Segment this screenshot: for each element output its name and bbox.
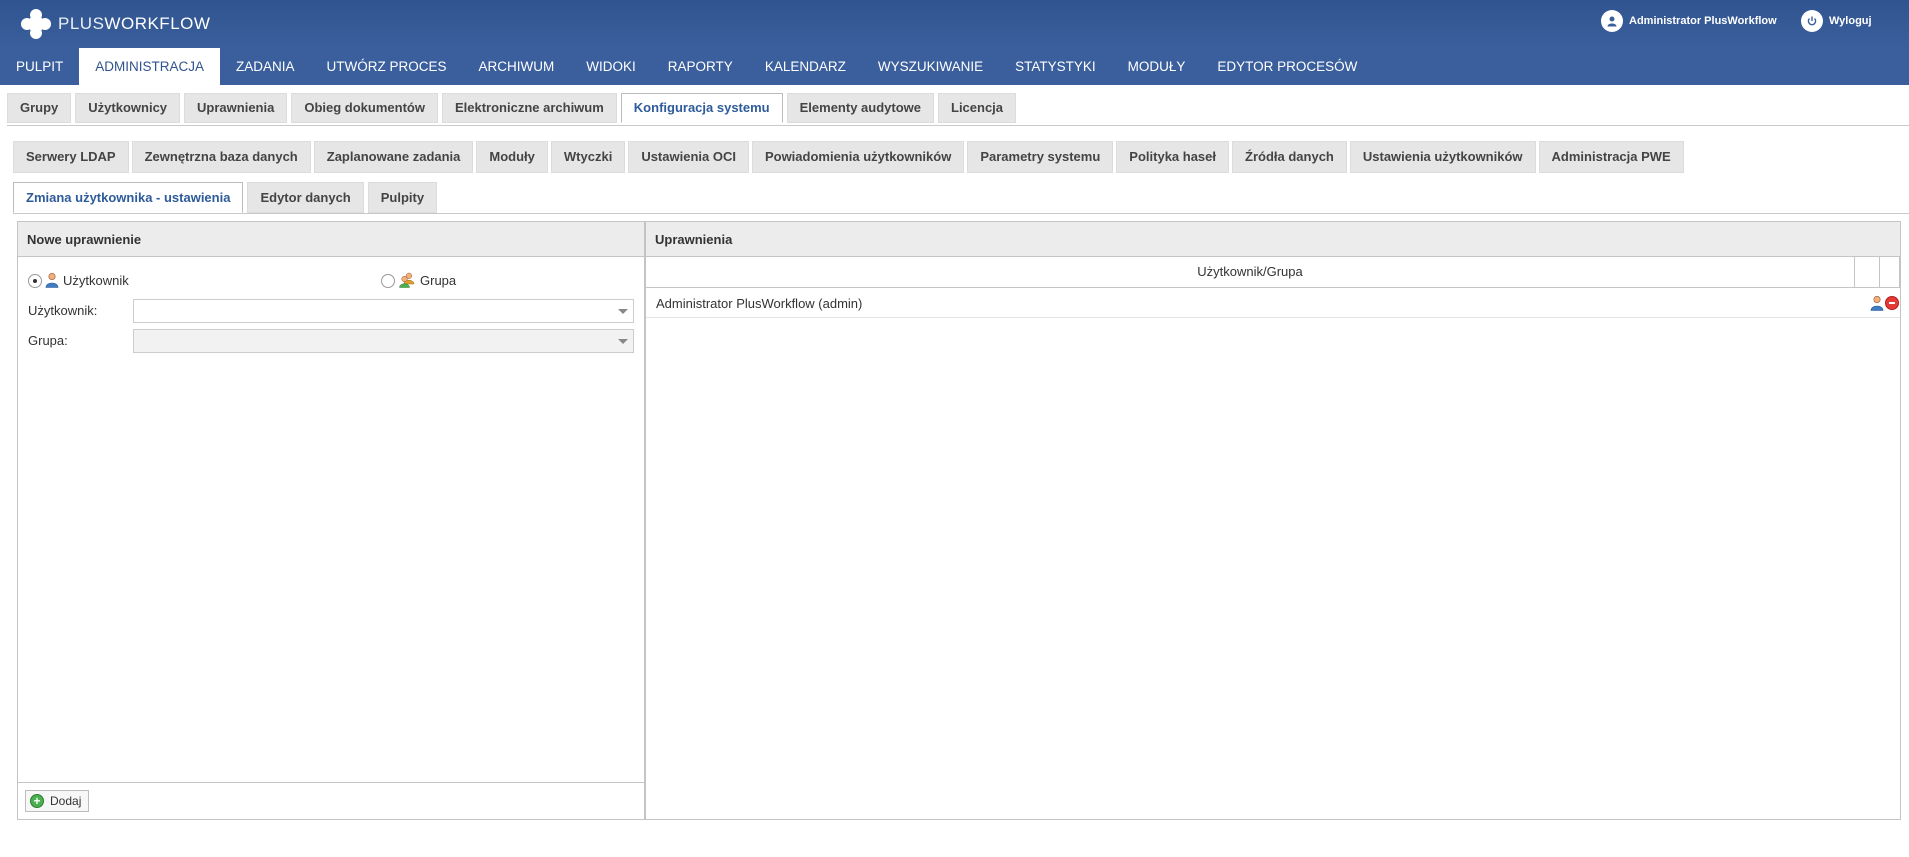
nav-item-edytor-procesow[interactable]: EDYTOR PROCESÓW (1201, 48, 1373, 85)
main-nav: PULPIT ADMINISTRACJA ZADANIA UTWÓRZ PROC… (0, 48, 1909, 85)
user-settings-tabs: Zmiana użytkownika - ustawienia Edytor d… (13, 182, 441, 213)
top-header: PLUSWORKFLOW Administrator PlusWorkflow … (0, 0, 1909, 48)
tab-uzytkownicy[interactable]: Użytkownicy (75, 93, 181, 123)
user-icon (1601, 10, 1623, 32)
tab-edytor-danych[interactable]: Edytor danych (247, 182, 364, 213)
user-radio[interactable] (28, 274, 42, 288)
tabs-divider (7, 125, 1909, 126)
nav-item-kalendarz[interactable]: KALENDARZ (749, 48, 862, 85)
tab-licencja[interactable]: Licencja (938, 93, 1017, 123)
permissions-panel: Uprawnienia Użytkownik/Grupa Administrat… (645, 221, 1901, 820)
tab-moduly[interactable]: Moduły (476, 141, 548, 173)
tab-wtyczki[interactable]: Wtyczki (550, 141, 626, 173)
app-logo[interactable]: PLUSWORKFLOW (18, 4, 210, 44)
nav-item-raporty[interactable]: RAPORTY (652, 48, 749, 85)
admin-tabs: Grupy Użytkownicy Uprawnienia Obieg doku… (7, 93, 1020, 123)
permissions-title: Uprawnienia (646, 222, 1900, 257)
user-group-cell: Administrator PlusWorkflow (admin) (656, 296, 863, 311)
permission-type-radios: Użytkownik Grupa (28, 272, 628, 292)
current-user[interactable]: Administrator PlusWorkflow (1601, 10, 1777, 32)
nav-item-pulpit[interactable]: PULPIT (0, 48, 79, 85)
user-field-row: Użytkownik: (28, 299, 634, 323)
tab-obieg-dokumentow[interactable]: Obieg dokumentów (291, 93, 438, 123)
user-radio-label: Użytkownik (63, 273, 129, 288)
tab-parametry-systemu[interactable]: Parametry systemu (967, 141, 1114, 173)
current-user-label: Administrator PlusWorkflow (1629, 15, 1777, 27)
new-permission-title: Nowe uprawnienie (18, 222, 644, 257)
nav-item-wyszukiwanie[interactable]: WYSZUKIWANIE (862, 48, 999, 85)
nav-item-archiwum[interactable]: ARCHIWUM (463, 48, 571, 85)
logo-text-plus: PLUS (58, 14, 105, 33)
tab-pulpity[interactable]: Pulpity (367, 182, 438, 213)
nav-item-moduly[interactable]: MODUŁY (1112, 48, 1202, 85)
row-actions (1867, 295, 1899, 311)
tab-powiadomienia-uzytkownikow[interactable]: Powiadomienia użytkowników (751, 141, 965, 173)
subtabs-divider (13, 213, 1909, 214)
nav-item-statystyki[interactable]: STATYSTYKI (999, 48, 1112, 85)
nav-item-zadania[interactable]: ZADANIA (220, 48, 311, 85)
logo-text-workflow: WORKFLOW (104, 14, 211, 33)
group-icon (399, 272, 415, 288)
logout-label: Wyloguj (1829, 15, 1872, 27)
user-icon (45, 272, 59, 288)
user-field-label: Użytkownik: (28, 303, 98, 318)
panel-footer: + Dodaj (18, 782, 644, 819)
tab-elementy-audytowe[interactable]: Elementy audytowe (786, 93, 934, 123)
plus-icon: + (30, 794, 44, 808)
nav-item-administracja[interactable]: ADMINISTRACJA (79, 48, 221, 85)
user-edit-icon[interactable] (1869, 295, 1885, 311)
tab-zrodla-danych[interactable]: Źródła danych (1232, 141, 1347, 173)
tab-ustawienia-uzytkownikow[interactable]: Ustawienia użytkowników (1349, 141, 1536, 173)
permissions-grid-header: Użytkownik/Grupa (646, 257, 1900, 288)
tab-konfiguracja-systemu[interactable]: Konfiguracja systemu (620, 93, 783, 123)
power-icon (1801, 10, 1823, 32)
logo-text: PLUSWORKFLOW (58, 14, 210, 34)
group-radio-label: Grupa (420, 273, 457, 288)
add-button-label: Dodaj (50, 794, 82, 808)
chevron-down-icon[interactable] (611, 330, 633, 352)
tab-ustawienia-oci[interactable]: Ustawienia OCI (628, 141, 749, 173)
tab-polityka-hasel[interactable]: Polityka haseł (1116, 141, 1230, 173)
column-header-delete (1880, 257, 1900, 287)
add-button[interactable]: + Dodaj (25, 790, 90, 812)
tab-uprawnienia[interactable]: Uprawnienia (184, 93, 288, 123)
radio-option-group[interactable]: Grupa (381, 272, 456, 288)
column-header-user-group[interactable]: Użytkownik/Grupa (646, 257, 1855, 287)
config-tabs: Serwery LDAP Zewnętrzna baza danych Zapl… (13, 141, 1687, 173)
radio-option-user[interactable]: Użytkownik (28, 272, 129, 288)
remove-icon[interactable] (1885, 296, 1899, 310)
group-field-label: Grupa: (28, 333, 68, 348)
logout-button[interactable]: Wyloguj (1801, 10, 1872, 32)
tab-zewnetrzna-baza-danych[interactable]: Zewnętrzna baza danych (131, 141, 311, 173)
user-combobox[interactable] (133, 299, 634, 323)
table-row[interactable]: Administrator PlusWorkflow (admin) (646, 289, 1900, 318)
group-combobox[interactable] (133, 329, 634, 353)
chevron-down-icon[interactable] (611, 300, 633, 322)
tab-grupy[interactable]: Grupy (7, 93, 72, 123)
tab-zaplanowane-zadania[interactable]: Zaplanowane zadania (313, 141, 474, 173)
logo-mark-icon (21, 9, 51, 39)
new-permission-panel: Nowe uprawnienie Użytkownik Grupa Użytko… (17, 221, 645, 820)
tab-zmiana-uzytkownika[interactable]: Zmiana użytkownika - ustawienia (13, 182, 244, 213)
nav-item-utworz-proces[interactable]: UTWÓRZ PROCES (311, 48, 463, 85)
group-radio[interactable] (381, 274, 395, 288)
tab-administracja-pwe[interactable]: Administracja PWE (1538, 141, 1684, 173)
group-field-row: Grupa: (28, 329, 634, 353)
column-header-edit (1855, 257, 1880, 287)
tab-elektroniczne-archiwum[interactable]: Elektroniczne archiwum (441, 93, 617, 123)
tab-serwery-ldap[interactable]: Serwery LDAP (13, 141, 129, 173)
nav-item-widoki[interactable]: WIDOKI (570, 48, 652, 85)
